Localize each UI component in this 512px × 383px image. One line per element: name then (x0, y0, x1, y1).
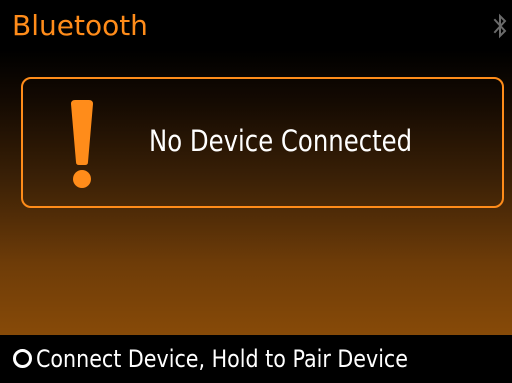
footer-hint: Connect Device, Hold to Pair Device (36, 345, 408, 373)
page-title: Bluetooth (12, 9, 148, 42)
header-bar: Bluetooth (0, 0, 512, 56)
bluetooth-icon (493, 13, 507, 39)
bluetooth-screen: Bluetooth No Device Connected Connect De… (0, 0, 512, 383)
footer-hint-bar: Connect Device, Hold to Pair Device (0, 335, 512, 383)
status-message: No Device Connected (149, 124, 413, 158)
exclamation-icon (71, 100, 93, 188)
status-message-box: No Device Connected (21, 77, 504, 208)
circle-button-icon (13, 349, 32, 368)
